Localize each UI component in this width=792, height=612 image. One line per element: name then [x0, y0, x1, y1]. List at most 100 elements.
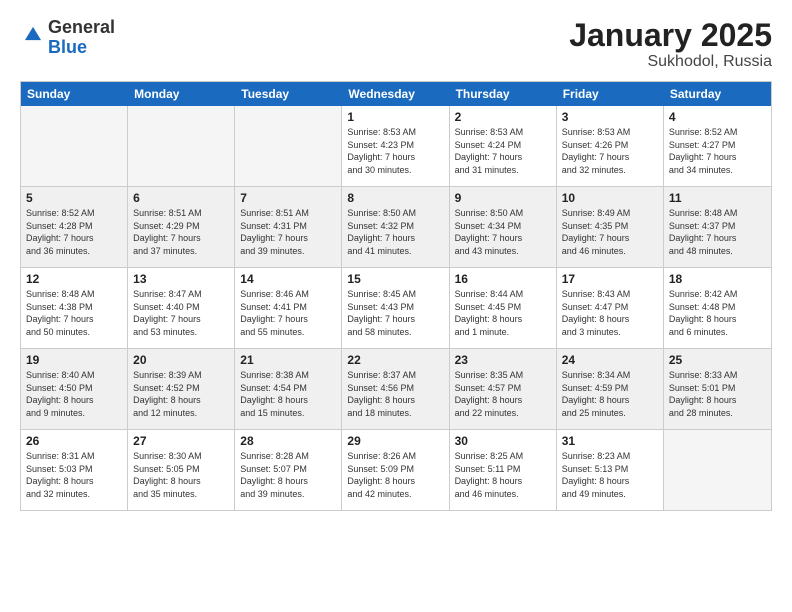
cell-info: Sunrise: 8:46 AM Sunset: 4:41 PM Dayligh…: [240, 288, 336, 338]
cell-info: Sunrise: 8:50 AM Sunset: 4:34 PM Dayligh…: [455, 207, 551, 257]
day-number: 7: [240, 191, 336, 205]
cal-cell: 13 Sunrise: 8:47 AM Sunset: 4:40 PM Dayli…: [128, 268, 235, 348]
cell-info: Sunrise: 8:45 AM Sunset: 4:43 PM Dayligh…: [347, 288, 443, 338]
cell-info: Sunrise: 8:53 AM Sunset: 4:26 PM Dayligh…: [562, 126, 658, 176]
cell-info: Sunrise: 8:39 AM Sunset: 4:52 PM Dayligh…: [133, 369, 229, 419]
cal-cell: [21, 106, 128, 186]
cell-info: Sunrise: 8:51 AM Sunset: 4:29 PM Dayligh…: [133, 207, 229, 257]
day-number: 27: [133, 434, 229, 448]
cell-info: Sunrise: 8:48 AM Sunset: 4:38 PM Dayligh…: [26, 288, 122, 338]
day-number: 13: [133, 272, 229, 286]
header-day-monday: Monday: [128, 82, 235, 106]
cell-info: Sunrise: 8:38 AM Sunset: 4:54 PM Dayligh…: [240, 369, 336, 419]
cal-cell: 30Sunrise: 8:25 AM Sunset: 5:11 PM Dayli…: [450, 430, 557, 510]
header-day-tuesday: Tuesday: [235, 82, 342, 106]
cal-cell: 26Sunrise: 8:31 AM Sunset: 5:03 PM Dayli…: [21, 430, 128, 510]
page: General Blue January 2025 Sukhodol, Russ…: [0, 0, 792, 612]
cal-cell: 9 Sunrise: 8:50 AM Sunset: 4:34 PM Daylig…: [450, 187, 557, 267]
cal-cell: 14 Sunrise: 8:46 AM Sunset: 4:41 PM Dayli…: [235, 268, 342, 348]
day-number: 4: [669, 110, 766, 124]
cal-cell: 25Sunrise: 8:33 AM Sunset: 5:01 PM Dayli…: [664, 349, 771, 429]
month-title: January 2025: [569, 18, 772, 53]
cal-cell: 27 Sunrise: 8:30 AM Sunset: 5:05 PM Dayli…: [128, 430, 235, 510]
cal-cell: [664, 430, 771, 510]
day-number: 23: [455, 353, 551, 367]
cell-info: Sunrise: 8:52 AM Sunset: 4:27 PM Dayligh…: [669, 126, 766, 176]
header: General Blue January 2025 Sukhodol, Russ…: [20, 18, 772, 71]
calendar-header: SundayMondayTuesdayWednesdayThursdayFrid…: [21, 82, 771, 106]
day-number: 12: [26, 272, 122, 286]
cal-cell: 11Sunrise: 8:48 AM Sunset: 4:37 PM Dayli…: [664, 187, 771, 267]
day-number: 6: [133, 191, 229, 205]
day-number: 28: [240, 434, 336, 448]
cell-info: Sunrise: 8:26 AM Sunset: 5:09 PM Dayligh…: [347, 450, 443, 500]
logo-icon: [22, 24, 44, 46]
cal-cell: [128, 106, 235, 186]
day-number: 26: [26, 434, 122, 448]
cal-cell: 1Sunrise: 8:53 AM Sunset: 4:23 PM Daylig…: [342, 106, 449, 186]
cal-cell: 4 Sunrise: 8:52 AM Sunset: 4:27 PM Daylig…: [664, 106, 771, 186]
logo-text: General Blue: [48, 18, 115, 58]
logo: General Blue: [20, 18, 115, 58]
logo-general: General: [48, 17, 115, 37]
cal-cell: 20 Sunrise: 8:39 AM Sunset: 4:52 PM Dayli…: [128, 349, 235, 429]
week-row-2: 5Sunrise: 8:52 AM Sunset: 4:28 PM Daylig…: [21, 187, 771, 268]
cell-info: Sunrise: 8:49 AM Sunset: 4:35 PM Dayligh…: [562, 207, 658, 257]
day-number: 14: [240, 272, 336, 286]
cell-info: Sunrise: 8:40 AM Sunset: 4:50 PM Dayligh…: [26, 369, 122, 419]
week-row-4: 19 Sunrise: 8:40 AM Sunset: 4:50 PM Dayli…: [21, 349, 771, 430]
cell-info: Sunrise: 8:33 AM Sunset: 5:01 PM Dayligh…: [669, 369, 766, 419]
cal-cell: 7Sunrise: 8:51 AM Sunset: 4:31 PM Daylig…: [235, 187, 342, 267]
cal-cell: 10 Sunrise: 8:49 AM Sunset: 4:35 PM Dayli…: [557, 187, 664, 267]
cal-cell: 3 Sunrise: 8:53 AM Sunset: 4:26 PM Daylig…: [557, 106, 664, 186]
cell-info: Sunrise: 8:43 AM Sunset: 4:47 PM Dayligh…: [562, 288, 658, 338]
cal-cell: 16 Sunrise: 8:44 AM Sunset: 4:45 PM Dayli…: [450, 268, 557, 348]
header-day-wednesday: Wednesday: [342, 82, 449, 106]
cal-cell: 28Sunrise: 8:28 AM Sunset: 5:07 PM Dayli…: [235, 430, 342, 510]
cell-info: Sunrise: 8:52 AM Sunset: 4:28 PM Dayligh…: [26, 207, 122, 257]
cal-cell: [235, 106, 342, 186]
day-number: 31: [562, 434, 658, 448]
week-row-1: 1Sunrise: 8:53 AM Sunset: 4:23 PM Daylig…: [21, 106, 771, 187]
calendar-body: 1Sunrise: 8:53 AM Sunset: 4:23 PM Daylig…: [21, 106, 771, 510]
day-number: 22: [347, 353, 443, 367]
day-number: 1: [347, 110, 443, 124]
location-title: Sukhodol, Russia: [569, 53, 772, 71]
day-number: 15: [347, 272, 443, 286]
cell-info: Sunrise: 8:23 AM Sunset: 5:13 PM Dayligh…: [562, 450, 658, 500]
week-row-5: 26Sunrise: 8:31 AM Sunset: 5:03 PM Dayli…: [21, 430, 771, 510]
header-day-sunday: Sunday: [21, 82, 128, 106]
cal-cell: 19 Sunrise: 8:40 AM Sunset: 4:50 PM Dayli…: [21, 349, 128, 429]
cal-cell: 18 Sunrise: 8:42 AM Sunset: 4:48 PM Dayli…: [664, 268, 771, 348]
day-number: 8: [347, 191, 443, 205]
cell-info: Sunrise: 8:44 AM Sunset: 4:45 PM Dayligh…: [455, 288, 551, 338]
cell-info: Sunrise: 8:42 AM Sunset: 4:48 PM Dayligh…: [669, 288, 766, 338]
cell-info: Sunrise: 8:30 AM Sunset: 5:05 PM Dayligh…: [133, 450, 229, 500]
cal-cell: 21Sunrise: 8:38 AM Sunset: 4:54 PM Dayli…: [235, 349, 342, 429]
title-area: January 2025 Sukhodol, Russia: [569, 18, 772, 71]
day-number: 3: [562, 110, 658, 124]
logo-blue: Blue: [48, 37, 87, 57]
cal-cell: 31 Sunrise: 8:23 AM Sunset: 5:13 PM Dayli…: [557, 430, 664, 510]
cell-info: Sunrise: 8:48 AM Sunset: 4:37 PM Dayligh…: [669, 207, 766, 257]
day-number: 19: [26, 353, 122, 367]
calendar: SundayMondayTuesdayWednesdayThursdayFrid…: [20, 81, 772, 511]
day-number: 10: [562, 191, 658, 205]
day-number: 16: [455, 272, 551, 286]
day-number: 2: [455, 110, 551, 124]
day-number: 20: [133, 353, 229, 367]
cal-cell: 29Sunrise: 8:26 AM Sunset: 5:09 PM Dayli…: [342, 430, 449, 510]
cal-cell: 22Sunrise: 8:37 AM Sunset: 4:56 PM Dayli…: [342, 349, 449, 429]
cell-info: Sunrise: 8:25 AM Sunset: 5:11 PM Dayligh…: [455, 450, 551, 500]
cell-info: Sunrise: 8:50 AM Sunset: 4:32 PM Dayligh…: [347, 207, 443, 257]
cal-cell: 15 Sunrise: 8:45 AM Sunset: 4:43 PM Dayli…: [342, 268, 449, 348]
cal-cell: 2Sunrise: 8:53 AM Sunset: 4:24 PM Daylig…: [450, 106, 557, 186]
cell-info: Sunrise: 8:47 AM Sunset: 4:40 PM Dayligh…: [133, 288, 229, 338]
day-number: 18: [669, 272, 766, 286]
day-number: 9: [455, 191, 551, 205]
header-day-thursday: Thursday: [450, 82, 557, 106]
header-day-friday: Friday: [557, 82, 664, 106]
cal-cell: 17Sunrise: 8:43 AM Sunset: 4:47 PM Dayli…: [557, 268, 664, 348]
cell-info: Sunrise: 8:34 AM Sunset: 4:59 PM Dayligh…: [562, 369, 658, 419]
cal-cell: 6 Sunrise: 8:51 AM Sunset: 4:29 PM Daylig…: [128, 187, 235, 267]
